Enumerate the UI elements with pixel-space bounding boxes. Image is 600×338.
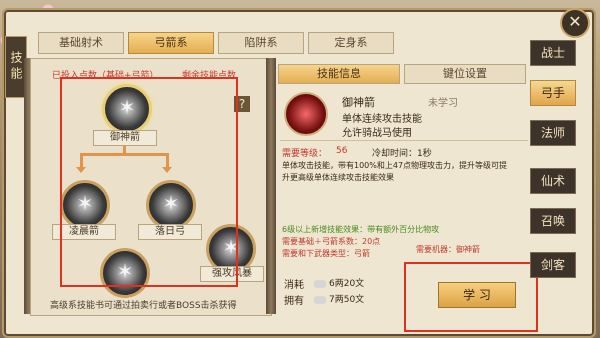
class-tab-warrior[interactable]: 战士: [530, 40, 576, 66]
divider: [280, 140, 528, 141]
own-amount: 7两50文: [329, 295, 365, 305]
skill-name: 御神箭: [342, 96, 375, 109]
effect-line-2: 升更高级单体连续攻击技能效果: [282, 173, 394, 182]
req-weapon: 需要机器：御神箭: [416, 245, 480, 254]
class-tab-swordsman[interactable]: 剑客: [530, 252, 576, 278]
skill-desc-1: 单体连续攻击技能: [342, 114, 422, 125]
bonus-line-3: 需要和下武器类型：弓箭: [282, 249, 370, 258]
cost-amount: 6两20文: [329, 279, 365, 289]
class-tab-summoner[interactable]: 召唤: [530, 208, 576, 234]
effect-line-1: 单体攻击技能，带有100%和上47点物理攻击力，提升等级可提: [282, 161, 508, 170]
highlight-box-tree: [60, 77, 238, 287]
tab-basic-archery[interactable]: 基础射术: [38, 32, 124, 54]
skill-large-icon: [284, 92, 328, 136]
cost-value: 6两20文: [314, 276, 364, 289]
class-tab-immortal[interactable]: 仙术: [530, 168, 576, 194]
highlight-box-learn: [404, 262, 538, 332]
tab-bow[interactable]: 弓箭系: [128, 32, 214, 54]
cost-label: 消耗: [284, 280, 304, 291]
own-label: 拥有: [284, 296, 304, 307]
skillbook-hint: 高级系技能书可通过拍卖行或者BOSS击杀获得: [50, 301, 237, 311]
req-level-value: 56: [336, 146, 348, 156]
skill-category-tabs: 基础射术 弓箭系 陷阱系 定身系: [38, 32, 394, 54]
tab-immobilize[interactable]: 定身系: [308, 32, 394, 54]
class-tab-mage[interactable]: 法师: [530, 120, 576, 146]
cooldown: 冷却时间：1秒: [372, 149, 432, 159]
tab-skill-info[interactable]: 技能信息: [278, 64, 400, 84]
info-tabs: 技能信息 键位设置: [278, 64, 526, 84]
bonus-line-1: 6级以上新增技能效果：带有额外百分比物攻: [282, 225, 440, 234]
tab-trap[interactable]: 陷阱系: [218, 32, 304, 54]
tab-key-settings[interactable]: 键位设置: [404, 64, 526, 84]
silver-coin-icon: [314, 279, 326, 288]
class-tab-archer[interactable]: 弓手: [530, 80, 576, 106]
scroll-rod-right: [266, 58, 276, 314]
close-icon[interactable]: ✕: [560, 8, 590, 38]
silver-coin-icon: [314, 295, 326, 304]
bonus-line-2: 需要基础＋弓箭系数：20点: [282, 237, 381, 246]
req-level-label: 需要等级：: [282, 149, 328, 159]
skill-status: 未学习: [428, 98, 458, 109]
skill-desc-2: 允许骑战马使用: [342, 128, 412, 139]
own-value: 7两50文: [314, 292, 364, 305]
